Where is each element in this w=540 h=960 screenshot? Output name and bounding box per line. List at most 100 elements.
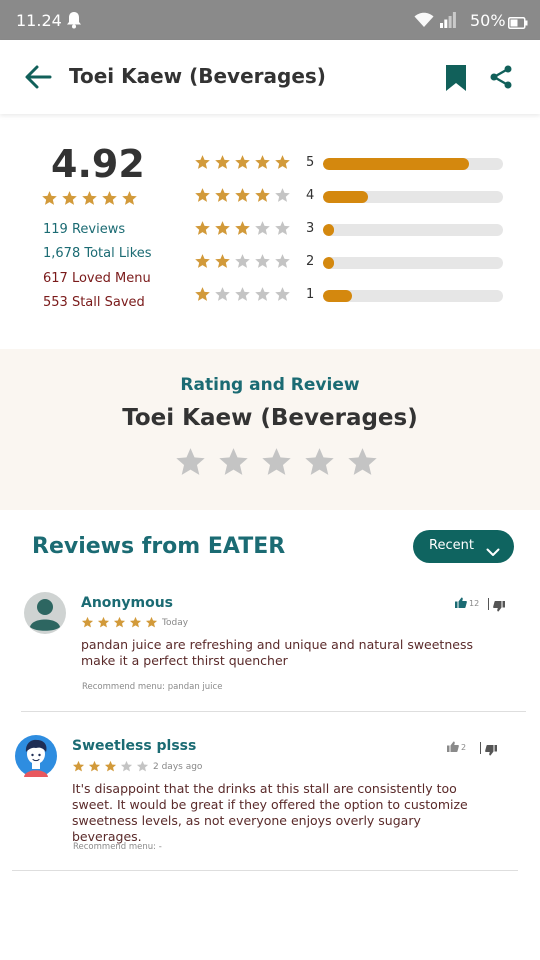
review-date: 2 days ago <box>153 762 203 772</box>
recommend-menu: Recommend menu: - <box>73 842 162 852</box>
reviewer-name[interactable]: Anonymous <box>81 595 173 611</box>
battery-percent: 50% <box>470 11 506 30</box>
app-bar: Toei Kaew (Beverages) <box>0 40 540 114</box>
star-icon <box>275 254 290 268</box>
average-stars <box>41 190 138 207</box>
star-icon <box>97 616 110 628</box>
thumbs-down-icon[interactable] <box>493 597 505 616</box>
star-icon <box>215 155 230 169</box>
bookmark-icon[interactable] <box>445 64 467 96</box>
rating-input-star-icon[interactable] <box>217 446 250 479</box>
star-icon <box>255 254 270 268</box>
star-icon <box>81 616 94 628</box>
bell-icon <box>66 11 82 33</box>
star-icon <box>120 760 133 772</box>
rating-bar-track <box>323 158 503 170</box>
star-icon <box>215 188 230 202</box>
star-icon <box>215 221 230 235</box>
avatar[interactable] <box>15 735 57 781</box>
rating-input-star-icon[interactable] <box>346 446 379 479</box>
like-button[interactable]: 12 <box>455 597 479 608</box>
average-score: 4.92 <box>51 142 145 186</box>
star-icon <box>235 188 250 202</box>
star-icon <box>195 254 210 268</box>
rating-summary: 4.92 119 Reviews 1,678 Total Likes 617 L… <box>0 114 540 349</box>
like-button[interactable]: 2 <box>447 741 466 752</box>
like-count: 2 <box>461 743 467 752</box>
total-likes: 1,678 Total Likes <box>43 246 152 261</box>
sort-dropdown[interactable]: Recent <box>413 530 514 563</box>
thumbs-up-icon <box>447 741 459 752</box>
review-count[interactable]: 119 Reviews <box>43 222 125 237</box>
loved-menu-count: 617 Loved Menu <box>43 271 151 286</box>
vote-separator <box>480 742 481 754</box>
star-icon <box>275 155 290 169</box>
recommend-menu: Recommend menu: pandan juice <box>82 682 223 692</box>
page-title: Toei Kaew (Beverages) <box>69 64 326 88</box>
reviewer-name[interactable]: Sweetless plsss <box>72 738 196 754</box>
rating-bar-fill <box>323 158 469 170</box>
star-icon <box>275 221 290 235</box>
star-icon <box>255 287 270 301</box>
row-stars <box>194 253 291 270</box>
rating-row-3: 3 <box>194 219 514 239</box>
star-icon <box>235 155 250 169</box>
row-label: 4 <box>306 188 315 203</box>
like-count: 12 <box>469 599 480 608</box>
row-label: 1 <box>306 287 315 302</box>
rating-bar-fill <box>323 290 352 302</box>
star-icon <box>113 616 126 628</box>
review-text: pandan juice are refreshing and unique a… <box>81 637 473 668</box>
star-icon <box>104 760 117 772</box>
battery-icon <box>508 14 528 33</box>
row-stars <box>194 187 291 204</box>
review-card: Sweetless plsss 2 days ago It's disappoi… <box>15 735 535 860</box>
stall-saved-count: 553 Stall Saved <box>43 295 145 310</box>
share-icon[interactable] <box>489 65 513 93</box>
star-icon <box>255 155 270 169</box>
status-time: 11.24 <box>16 11 62 30</box>
row-stars <box>194 220 291 237</box>
star-icon <box>235 287 250 301</box>
star-icon <box>255 188 270 202</box>
row-label: 5 <box>306 155 315 170</box>
star-icon <box>275 287 290 301</box>
row-label: 2 <box>306 254 315 269</box>
thumbs-down-icon[interactable] <box>485 741 497 760</box>
back-arrow-icon[interactable] <box>24 64 52 94</box>
rate-panel: Rating and Review Toei Kaew (Beverages) <box>0 349 540 510</box>
star-icon <box>129 616 142 628</box>
star-icon <box>82 191 97 205</box>
review-stars <box>81 616 158 629</box>
rating-input-star-icon[interactable] <box>303 446 336 479</box>
row-stars <box>194 286 291 303</box>
star-icon <box>195 188 210 202</box>
review-card: Anonymous Today pandan juice are refresh… <box>24 592 540 702</box>
rating-bar-track <box>323 290 503 302</box>
rating-input-star-icon[interactable] <box>174 446 207 479</box>
rating-input-star-icon[interactable] <box>260 446 293 479</box>
rating-row-5: 5 <box>194 153 514 173</box>
thumbs-up-icon <box>455 597 467 608</box>
reviews-title: Reviews from EATER <box>32 534 286 559</box>
rating-input[interactable] <box>174 446 379 479</box>
review-stars <box>72 760 149 773</box>
star-icon <box>102 191 117 205</box>
star-icon <box>275 188 290 202</box>
star-icon <box>136 760 149 772</box>
star-icon <box>235 221 250 235</box>
divider <box>12 870 518 871</box>
vote-separator <box>488 598 489 610</box>
star-icon <box>215 287 230 301</box>
star-icon <box>215 254 230 268</box>
rating-row-1: 1 <box>194 285 514 305</box>
star-icon <box>195 155 210 169</box>
rate-stall-name: Toei Kaew (Beverages) <box>122 405 418 431</box>
star-icon <box>72 760 85 772</box>
avatar[interactable] <box>24 592 66 638</box>
rating-bar-fill <box>323 191 368 203</box>
rating-row-4: 4 <box>194 186 514 206</box>
rating-bar-fill <box>323 224 334 236</box>
star-icon <box>145 616 158 628</box>
status-bar: 11.24 50% <box>0 0 540 40</box>
